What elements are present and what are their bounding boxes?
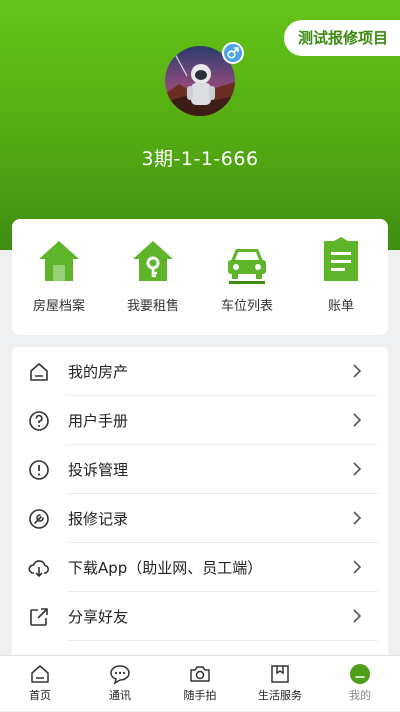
- menu-item-repair-records[interactable]: 报修记录: [12, 494, 388, 543]
- menu-item-user-manual[interactable]: 用户手册: [12, 396, 388, 445]
- menu-item-share-friends[interactable]: 分享好友: [12, 592, 388, 641]
- menu-item-my-property[interactable]: 我的房产: [12, 347, 388, 396]
- tab-label: 我的: [349, 689, 371, 702]
- profile-header: 测试报修项目 3期-1-1-666: [0, 0, 400, 250]
- bill-icon: [324, 237, 358, 281]
- chevron-right-icon: [353, 413, 362, 427]
- menu-item-label: 我的房产: [68, 363, 129, 381]
- tab-label: 通讯: [109, 689, 131, 702]
- menu-item-label: 分享好友: [68, 608, 129, 626]
- tab-label: 随手拍: [183, 689, 217, 702]
- tab-home[interactable]: 首页: [0, 656, 80, 712]
- chevron-right-icon: [353, 511, 362, 525]
- quick-action-parking-list[interactable]: 车位列表: [200, 219, 294, 335]
- house-icon: [39, 241, 79, 281]
- quick-action-label: 账单: [327, 299, 354, 314]
- bookmark-icon: [271, 665, 289, 683]
- chevron-right-icon: [353, 560, 362, 574]
- house-key-icon: [133, 241, 173, 281]
- room-number: 3期-1-1-666: [141, 148, 259, 170]
- tab-messages[interactable]: 通讯: [80, 656, 160, 712]
- quick-action-rent-sell[interactable]: 我要租售: [106, 219, 200, 335]
- quick-actions-card: 房屋档案 我要租售 车位列表 账单: [12, 219, 388, 335]
- menu-item-download-app[interactable]: 下载App（助业网、员工端）: [12, 543, 388, 592]
- alert-icon: [29, 460, 49, 480]
- repair-icon: [29, 509, 49, 529]
- menu-item-complaints[interactable]: 投诉管理: [12, 445, 388, 494]
- quick-action-label: 我要租售: [126, 299, 179, 314]
- car-icon: [228, 249, 266, 284]
- menu-item-label: 用户手册: [68, 412, 129, 430]
- tab-snapshot[interactable]: 随手拍: [160, 656, 240, 712]
- profile-icon: [350, 664, 370, 684]
- menu-item-label: 投诉管理: [68, 461, 129, 479]
- quick-action-house-archive[interactable]: 房屋档案: [12, 219, 106, 335]
- project-switch-button[interactable]: 测试报修项目: [283, 20, 400, 56]
- chevron-right-icon: [353, 462, 362, 476]
- home-outline-icon: [30, 363, 48, 381]
- divider: [68, 640, 378, 641]
- chevron-right-icon: [353, 609, 362, 623]
- chat-icon: [110, 665, 130, 685]
- menu-item-label: 下载App（助业网、员工端）: [68, 559, 263, 577]
- share-icon: [30, 608, 48, 626]
- tab-label: 生活服务: [258, 689, 302, 702]
- tab-mine[interactable]: 我的: [320, 656, 400, 712]
- quick-action-bill[interactable]: 账单: [294, 219, 388, 335]
- quick-action-label: 房屋档案: [32, 299, 85, 314]
- download-cloud-icon: [28, 560, 49, 578]
- camera-icon: [190, 666, 210, 682]
- menu-item-label: 报修记录: [68, 510, 129, 528]
- help-icon: [29, 411, 49, 431]
- home-tab-icon: [31, 665, 49, 683]
- bottom-tab-bar: 首页 通讯 随手拍 生活服务 我的: [0, 655, 400, 711]
- menu-list: 我的房产 用户手册 投诉管理 报修记录 下载App（助业网、员工端） 分享好友: [12, 347, 388, 655]
- quick-action-label: 车位列表: [220, 299, 273, 314]
- tab-label: 首页: [29, 689, 51, 702]
- tab-life-services[interactable]: 生活服务: [240, 656, 320, 712]
- chevron-right-icon: [353, 364, 362, 378]
- male-gender-icon: [222, 42, 244, 64]
